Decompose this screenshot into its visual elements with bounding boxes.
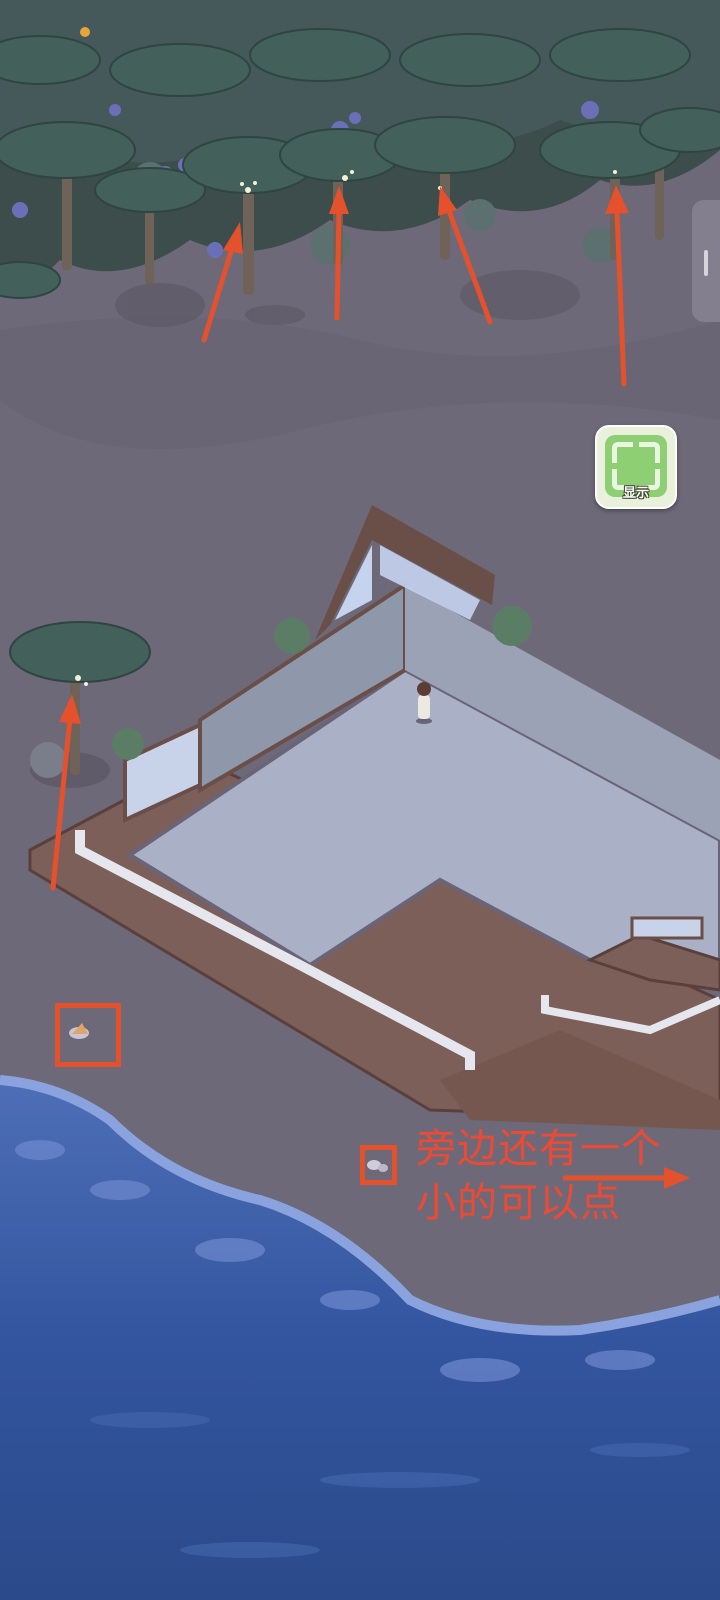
highlight-box-item-2 [360,1145,397,1185]
beach-map[interactable] [0,0,720,1600]
annotation-line-2: 小的可以点 [416,1180,621,1226]
grip-icon [704,250,708,276]
annotation-note: 旁边还有一个 小的可以点 [416,1122,716,1230]
show-button[interactable]: 显示 [595,425,677,509]
status-dot [80,27,90,37]
show-button-label: 显示 [622,486,649,501]
game-scene[interactable]: 显示 旁边还有一个 小的可以点 [0,0,720,1600]
side-drawer-handle[interactable] [692,200,720,322]
highlight-box-item-1 [55,1003,121,1067]
annotation-line-1: 旁边还有一个 [416,1126,662,1172]
